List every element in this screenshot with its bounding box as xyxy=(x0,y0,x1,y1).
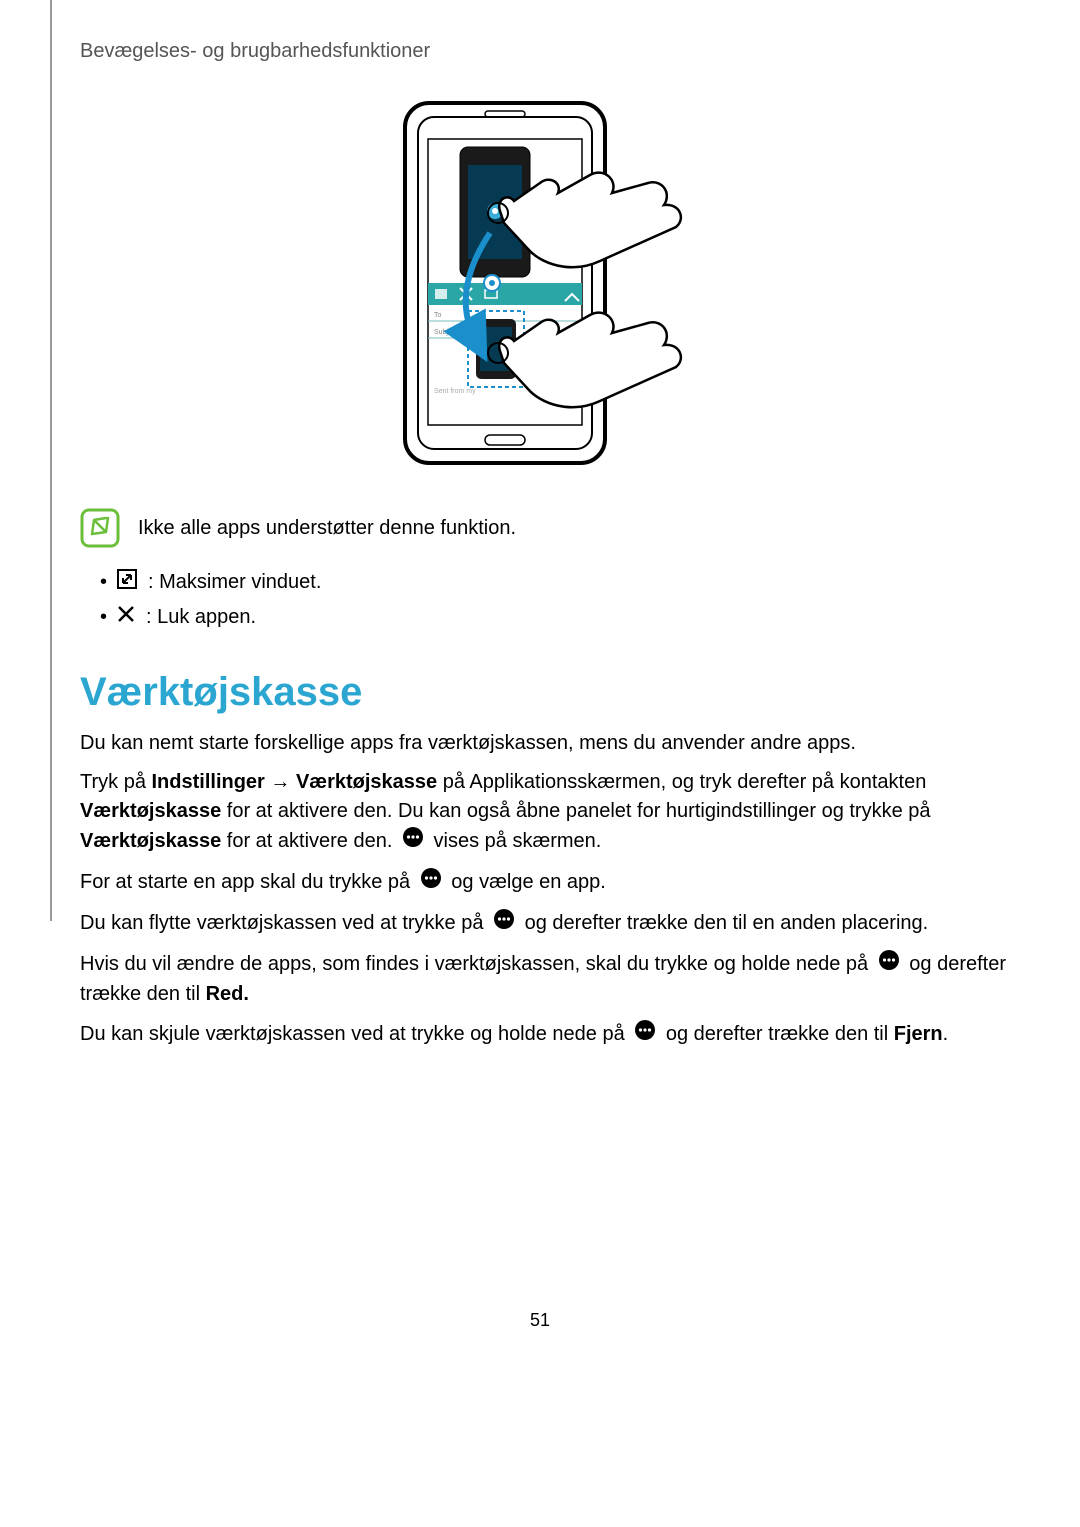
body-paragraph: Du kan skjule værktøjskassen ved at tryk… xyxy=(70,1019,1010,1050)
body-paragraph: Tryk på Indstillinger → Værktøjskasse på… xyxy=(70,768,1010,857)
maximize-icon xyxy=(116,568,138,596)
phone-drag-illustration: To Subject xyxy=(390,93,690,478)
note-text: Ikke alle apps understøtter denne funkti… xyxy=(138,517,516,540)
left-margin-rule xyxy=(50,0,52,921)
svg-text:Sent from my: Sent from my xyxy=(434,388,476,395)
body-paragraph: Du kan flytte værktøjskassen ved at tryk… xyxy=(70,908,1010,939)
illustration-container: To Subject xyxy=(70,93,1010,478)
page-number: 51 xyxy=(70,1310,1010,1331)
list-item: • : Maksimer vinduet. xyxy=(100,568,1010,596)
toolbox-icon xyxy=(878,949,900,980)
bullet-icon: • xyxy=(100,571,106,594)
note-row: Ikke alle apps understøtter denne funkti… xyxy=(70,508,1010,548)
toolbox-icon xyxy=(402,826,424,857)
note-icon xyxy=(80,508,120,548)
body-paragraph: For at starte en app skal du trykke på o… xyxy=(70,867,1010,898)
toolbox-icon xyxy=(420,867,442,898)
svg-text:To: To xyxy=(434,312,442,319)
body-paragraph: Hvis du vil ændre de apps, som findes i … xyxy=(70,949,1010,1009)
list-item-label: : Luk appen. xyxy=(146,606,256,629)
toolbox-icon xyxy=(493,908,515,939)
close-icon xyxy=(116,604,136,630)
body-paragraph: Du kan nemt starte forskellige apps fra … xyxy=(70,729,1010,758)
list-item-label: : Maksimer vinduet. xyxy=(148,571,321,594)
list-item: • : Luk appen. xyxy=(100,604,1010,630)
toolbox-icon xyxy=(634,1019,656,1050)
svg-text:Subject: Subject xyxy=(434,329,457,336)
section-header: Bevægelses- og brugbarhedsfunktioner xyxy=(70,40,1010,63)
page-title: Værktøjskasse xyxy=(70,670,1010,715)
bullet-icon: • xyxy=(100,606,106,629)
icon-description-list: • : Maksimer vinduet. • : Luk appen. xyxy=(70,568,1010,630)
